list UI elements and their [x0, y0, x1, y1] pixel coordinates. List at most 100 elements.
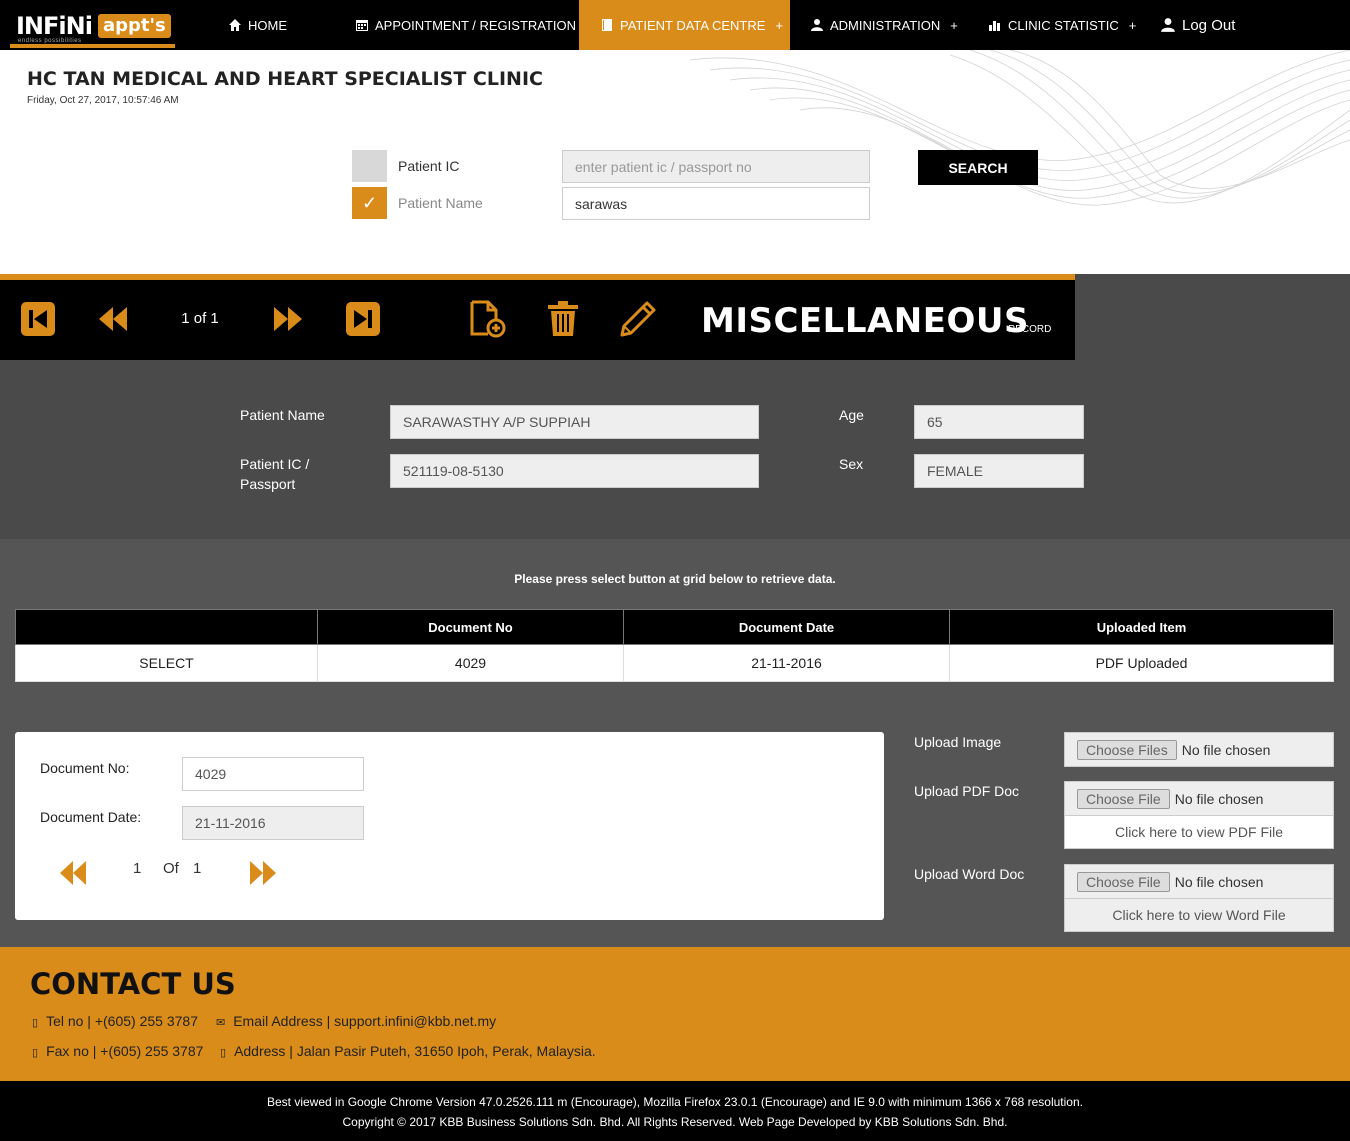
nav-patient-data-centre[interactable]: PATIENT DATA CENTRE +: [579, 0, 790, 50]
book-icon: [602, 19, 612, 31]
age-field[interactable]: 65: [914, 405, 1084, 439]
rewind-icon: [99, 307, 127, 331]
choose-word-button[interactable]: Choose File: [1077, 871, 1170, 892]
contact-fax: ▯ Fax no | +(605) 255 3787: [32, 1043, 203, 1059]
logo-badge: appt's: [98, 14, 171, 38]
upload-image-input[interactable]: Choose Files No file chosen: [1064, 732, 1334, 767]
section-subtitle: RECORD: [1008, 324, 1052, 335]
sex-field[interactable]: FEMALE: [914, 454, 1084, 488]
page-current: 1: [133, 860, 142, 877]
column-header-document-date: Document Date: [623, 609, 950, 645]
header-section: HC TAN MEDICAL AND HEART SPECIALIST CLIN…: [0, 50, 1350, 274]
record-pager-text: 1 of 1: [181, 310, 219, 327]
patient-ic-label: Patient IC / Passport: [240, 454, 309, 494]
expand-icon: +: [775, 17, 784, 33]
logo-text: INFiNi: [16, 12, 93, 40]
document-no-field[interactable]: 4029: [182, 757, 364, 791]
next-record-button[interactable]: [269, 300, 307, 338]
first-record-button[interactable]: [19, 300, 57, 338]
expand-icon: +: [950, 17, 958, 33]
cell-uploaded-item: PDF Uploaded: [949, 644, 1334, 682]
home-icon: [229, 19, 241, 31]
view-word-button[interactable]: Click here to view Word File: [1064, 898, 1334, 932]
delete-record-button[interactable]: [544, 300, 582, 338]
current-datetime: Friday, Oct 27, 2017, 10:57:46 AM: [27, 95, 179, 106]
document-date-label: Document Date:: [40, 809, 142, 825]
choose-pdf-button[interactable]: Choose File: [1077, 788, 1170, 809]
patient-name-checkbox[interactable]: ✓: [352, 187, 387, 219]
last-icon: [346, 302, 380, 336]
fast-forward-icon: [274, 307, 302, 331]
logo-tagline: endless possibilities: [18, 38, 82, 44]
upload-image-status: No file chosen: [1181, 741, 1271, 758]
nav-appointment[interactable]: APPOINTMENT / REGISTRATION: [355, 0, 576, 50]
pencil-icon: [620, 301, 656, 337]
footer-browser-note: Best viewed in Google Chrome Version 47.…: [267, 1095, 1083, 1109]
next-page-icon[interactable]: [248, 859, 278, 887]
building-icon: ▯: [220, 1047, 227, 1059]
nav-clinic-statistic[interactable]: CLINIC STATISTIC +: [988, 0, 1136, 50]
contact-fax-text: Fax no | +(605) 255 3787: [46, 1043, 204, 1059]
document-date-field[interactable]: 21-11-2016: [182, 806, 364, 840]
fax-icon: ▯: [32, 1047, 39, 1059]
view-pdf-button[interactable]: Click here to view PDF File: [1064, 815, 1334, 849]
previous-page-icon[interactable]: [58, 859, 88, 887]
footer: Best viewed in Google Chrome Version 47.…: [0, 1081, 1350, 1141]
patient-name-input[interactable]: [562, 187, 870, 220]
patient-info-section: Patient Name SARAWASTHY A/P SUPPIAH Pati…: [0, 360, 1350, 539]
table-row: SELECT 4029 21-11-2016 PDF Uploaded: [15, 644, 1334, 682]
patient-ic-field[interactable]: 521119-08-5130: [390, 454, 759, 488]
record-toolbar: 1 of 1 MISCELLANEOUS RECORD: [0, 280, 1075, 360]
select-link[interactable]: SELECT: [15, 644, 318, 682]
contact-address-text: Address | Jalan Pasir Puteh, 31650 Ipoh,…: [234, 1043, 596, 1059]
toolbar-filler: [1075, 274, 1350, 360]
page-total: 1: [193, 860, 202, 877]
documents-section: Please press select button at grid below…: [0, 539, 1350, 947]
calendar-icon: [356, 20, 368, 31]
upload-word-label: Upload Word Doc: [914, 866, 1025, 882]
cell-document-date: 21-11-2016: [623, 644, 950, 682]
patient-ic-input[interactable]: [562, 150, 870, 183]
bar-chart-icon: [989, 21, 1000, 31]
patient-name-label: Patient Name: [398, 195, 483, 211]
cell-document-no: 4029: [317, 644, 624, 682]
nav-clinic-statistic-label: CLINIC STATISTIC: [1008, 17, 1119, 33]
logo[interactable]: INFiNi appt's endless possibilities: [10, 6, 175, 48]
patient-name-label: Patient Name: [240, 407, 325, 423]
user-icon: [1161, 18, 1175, 32]
edit-record-button[interactable]: [619, 300, 657, 338]
upload-image-label: Upload Image: [914, 734, 1002, 750]
choose-files-button[interactable]: Choose Files: [1077, 739, 1177, 760]
envelope-icon: ✉: [216, 1017, 226, 1029]
user-icon: [811, 19, 823, 31]
document-detail-panel: Document No: 4029 Document Date: 21-11-2…: [15, 732, 884, 920]
upload-pdf-status: No file chosen: [1174, 790, 1264, 807]
contact-address: ▯ Address | Jalan Pasir Puteh, 31650 Ipoh…: [220, 1043, 596, 1059]
patient-ic-checkbox[interactable]: [352, 150, 387, 182]
contact-tel: ▯ Tel no | +(605) 255 3787: [32, 1013, 198, 1029]
documents-table: Document No Document Date Uploaded Item …: [15, 609, 1334, 682]
last-record-button[interactable]: [344, 300, 382, 338]
add-record-button[interactable]: [468, 300, 506, 338]
phone-icon: ▯: [32, 1017, 39, 1029]
upload-pdf-input[interactable]: Choose File No file chosen: [1064, 781, 1334, 816]
trash-icon: [548, 301, 578, 336]
document-no-label: Document No:: [40, 760, 130, 776]
new-file-icon: [470, 300, 506, 338]
nav-logout[interactable]: Log Out: [1160, 0, 1235, 50]
nav-administration[interactable]: ADMINISTRATION +: [810, 0, 958, 50]
column-header-select: [15, 609, 318, 645]
grid-instruction: Please press select button at grid below…: [514, 572, 836, 586]
nav-home[interactable]: HOME: [228, 0, 287, 50]
contact-tel-text: Tel no | +(605) 255 3787: [46, 1013, 198, 1029]
nav-administration-label: ADMINISTRATION: [830, 17, 941, 33]
patient-name-field[interactable]: SARAWASTHY A/P SUPPIAH: [390, 405, 759, 439]
first-icon: [21, 302, 55, 336]
previous-record-button[interactable]: [94, 300, 132, 338]
search-button[interactable]: SEARCH: [918, 150, 1038, 185]
upload-word-input[interactable]: Choose File No file chosen: [1064, 864, 1334, 899]
page-of: Of: [163, 860, 179, 877]
upload-word-status: No file chosen: [1174, 873, 1264, 890]
contact-email-text[interactable]: Email Address | support.infini@kbb.net.m…: [233, 1013, 496, 1029]
age-label: Age: [839, 407, 864, 423]
